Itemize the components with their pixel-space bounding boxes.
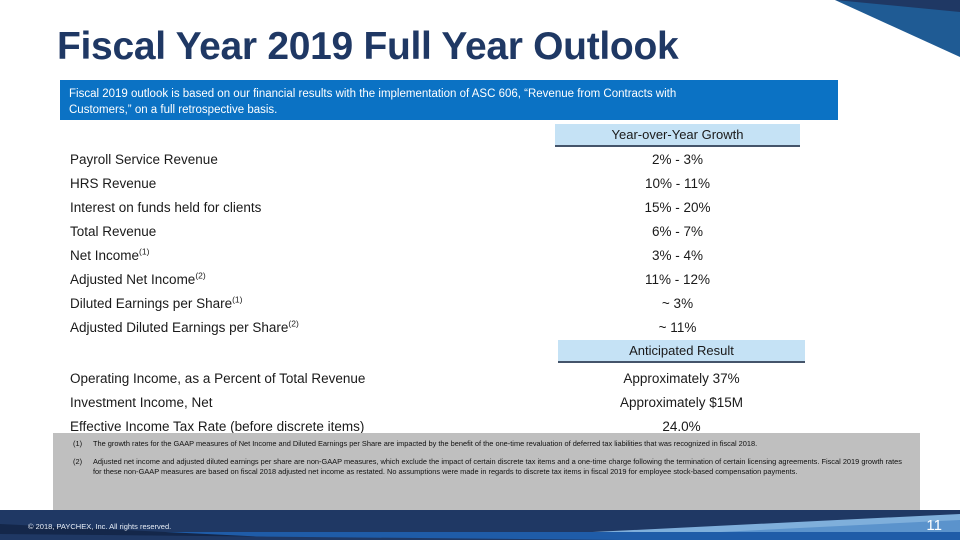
page-title: Fiscal Year 2019 Full Year Outlook [57,25,679,68]
footnote-item: (1) The growth rates for the GAAP measur… [63,439,910,450]
row-value: Approximately 37% [623,371,740,386]
table-row: Adjusted Net Income(2) 11% - 12% [0,271,960,295]
footnote-item: (2) Adjusted net income and adjusted dil… [63,457,910,478]
footnote-marker: (1) [73,439,83,448]
row-label: Net Income(1) [70,246,150,263]
table-row: Adjusted Diluted Earnings per Share(2) ~… [0,319,960,343]
row-footnote-marker: (1) [139,246,150,257]
slide-canvas: Fiscal Year 2019 Full Year Outlook Fisca… [0,0,960,540]
table-row: Net Income(1) 3% - 4% [0,247,960,271]
footnote-box: (1) The growth rates for the GAAP measur… [53,433,920,516]
footnote-marker: (2) [73,456,83,466]
page-number: 11 [926,517,942,534]
row-label: Operating Income, as a Percent of Total … [70,371,366,386]
copyright-text: © 2018, PAYCHEX, Inc. All rights reserve… [28,522,172,531]
row-value: 3% - 4% [651,248,704,263]
row-label: Adjusted Net Income(2) [70,270,206,287]
row-label: Payroll Service Revenue [70,152,218,167]
row-label: Diluted Earnings per Share(1) [70,294,243,311]
row-value: ~ 3% [661,296,694,311]
outlook-banner: Fiscal 2019 outlook is based on our fina… [60,80,838,120]
table-row: Payroll Service Revenue 2% - 3% [0,151,960,175]
table-row: Interest on funds held for clients 15% -… [0,199,960,223]
row-label: Total Revenue [70,224,157,239]
row-value: 6% - 7% [651,224,704,239]
table-row: Investment Income, Net Approximately $15… [0,394,960,418]
table-row: HRS Revenue 10% - 11% [0,175,960,199]
row-label: Adjusted Diluted Earnings per Share(2) [70,318,299,335]
footnote-text: Adjusted net income and adjusted diluted… [93,456,902,477]
row-value: ~ 11% [658,320,697,335]
row-label: Interest on funds held for clients [70,200,262,215]
table-row: Total Revenue 6% - 7% [0,223,960,247]
row-value: 2% - 3% [651,152,704,167]
footnote-text: The growth rates for the GAAP measures o… [93,439,758,448]
row-value: Approximately $15M [619,395,744,410]
row-label: Investment Income, Net [70,395,213,410]
row-value: 10% - 11% [644,176,711,191]
column-header-year-over-year-growth: Year-over-Year Growth [555,124,800,147]
row-footnote-marker: (1) [232,294,243,305]
row-footnote-marker: (2) [288,318,299,329]
row-label: HRS Revenue [70,176,157,191]
column-header-anticipated-result: Anticipated Result [558,340,805,363]
banner-line-1: Fiscal 2019 outlook is based on our fina… [69,88,677,100]
row-footnote-marker: (2) [195,270,206,281]
table-row: Diluted Earnings per Share(1) ~ 3% [0,295,960,319]
row-value: 11% - 12% [644,272,711,287]
row-value: 15% - 20% [644,200,711,215]
banner-line-2: Customers,” on a full retrospective basi… [69,104,278,116]
table-row: Operating Income, as a Percent of Total … [0,370,960,394]
